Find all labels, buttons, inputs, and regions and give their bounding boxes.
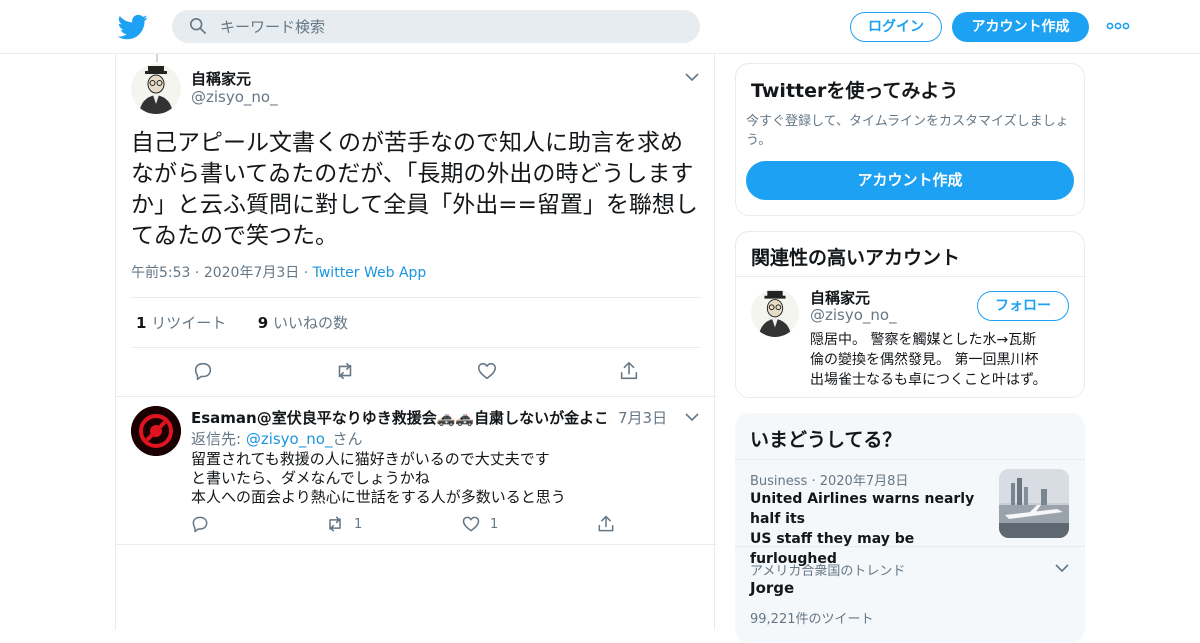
search-box[interactable] xyxy=(172,10,700,43)
divider xyxy=(116,396,716,397)
reply-icon[interactable] xyxy=(190,514,210,534)
trend-context: アメリカ合衆国のトレンド xyxy=(750,564,906,579)
divider xyxy=(131,347,701,348)
more-icon[interactable] xyxy=(1106,18,1130,34)
reply-to-prefix: 返信先: xyxy=(191,430,246,448)
login-button[interactable]: ログイン xyxy=(850,12,942,42)
chevron-down-icon[interactable] xyxy=(685,72,699,82)
author-handle[interactable]: @zisyo_no_ xyxy=(191,88,278,106)
like-icon[interactable] xyxy=(476,360,498,382)
trend-thumbnail xyxy=(999,469,1069,538)
reply-retweet-count: 1 xyxy=(354,517,363,532)
meta-separator: · xyxy=(194,265,204,281)
chevron-down-icon[interactable] xyxy=(685,412,699,422)
trend-meta: Business · 2020年7月8日 xyxy=(750,470,908,489)
reply-like-count: 1 xyxy=(490,517,499,532)
twitter-bird-icon[interactable] xyxy=(118,12,148,42)
tweet-source-link[interactable]: Twitter Web App xyxy=(313,265,427,281)
avatar[interactable] xyxy=(131,406,181,456)
timeline-column: 自稱家元 @zisyo_no_ 自己アピール文書くのが苦手なので知人に助言を求め… xyxy=(115,54,716,630)
related-account-bio: 隠居中。 警察を觸媒とした水→瓦斯 倫の變換を偶然發見。 第一回黒川杯 出場雀士… xyxy=(810,330,1078,390)
signup-card-button[interactable]: アカウント作成 xyxy=(746,161,1074,200)
trend-item[interactable]: Business · 2020年7月8日 United Airlines war… xyxy=(735,460,1085,567)
share-icon[interactable] xyxy=(596,514,616,534)
search-input[interactable] xyxy=(220,10,680,43)
related-accounts-card: 関連性の高いアカウント 自稱家元 @zisyo_no_ フォロー 隠居中。 警察… xyxy=(735,231,1086,398)
retweet-count: 1 xyxy=(136,314,147,332)
avatar[interactable] xyxy=(751,289,799,337)
reply-icon[interactable] xyxy=(192,360,214,382)
reply-text: 留置されても救援の人に猫好きがいるので大丈夫です と書いたら、ダメなんでしょうか… xyxy=(191,450,701,507)
signup-card-description: 今すぐ登録して、タイムラインをカスタマイズしましょ xyxy=(746,114,1069,129)
related-account-name[interactable]: 自稱家元 xyxy=(810,287,870,308)
signup-button[interactable]: アカウント作成 xyxy=(952,12,1089,42)
reply-to: 返信先: @zisyo_no_さん xyxy=(191,428,362,449)
trends-card: いまどうしてる？ Business · 2020年7月8日 United Air… xyxy=(735,413,1085,643)
reply-to-handle-link[interactable]: @zisyo_no_ xyxy=(246,430,333,448)
retweet-icon[interactable] xyxy=(334,360,356,382)
bio-line: 出場雀士なるも卓につくこと叶はず。 xyxy=(810,372,1047,388)
tweet-actions xyxy=(116,360,716,384)
trends-card-title: いまどうしてる？ xyxy=(750,429,902,451)
tweet-stats: 1 リツイート 9 いいねの数 xyxy=(136,312,348,333)
reply-text-line: 本人への面会より熱心に世話をする人が多数いると思う xyxy=(191,488,566,506)
retweet-icon[interactable] xyxy=(325,514,345,534)
like-label: いいねの数 xyxy=(273,314,349,332)
divider xyxy=(116,544,716,545)
follow-button[interactable]: フォロー xyxy=(977,291,1069,321)
search-icon xyxy=(189,17,207,35)
retweet-label: リツイート xyxy=(151,314,227,332)
trend-date: 2020年7月8日 xyxy=(819,474,909,489)
tweet-date[interactable]: 2020年7月3日 xyxy=(204,265,299,281)
like-icon[interactable] xyxy=(461,514,481,534)
trend-thumbnail-image xyxy=(999,469,1069,538)
related-account-handle[interactable]: @zisyo_no_ xyxy=(810,306,897,324)
divider xyxy=(736,276,1086,277)
trend-tweet-count: 99,221件のツイート xyxy=(750,612,874,627)
tweet-text: 自己アピール文書くのが苦手なので知人に助言を求めながら書いてゐたのだが、「長期の… xyxy=(131,130,698,249)
avatar[interactable] xyxy=(131,64,181,114)
related-card-title: 関連性の高いアカウント xyxy=(751,247,961,269)
avatar-illustration xyxy=(751,289,799,337)
trend-category: Business xyxy=(750,474,808,489)
divider xyxy=(131,297,701,298)
reply-text-line: 留置されても救援の人に猫好きがいるので大丈夫です xyxy=(191,450,550,468)
meta-separator: · xyxy=(811,474,820,489)
like-count: 9 xyxy=(257,314,269,332)
author-name[interactable]: 自稱家元 xyxy=(191,68,251,89)
top-bar: ログイン アカウント作成 xyxy=(0,0,1200,54)
signup-card-description: う。 xyxy=(746,133,772,148)
bio-line: 隠居中。 警察を觸媒とした水→瓦斯 xyxy=(810,332,1037,348)
chevron-down-icon[interactable] xyxy=(1055,563,1069,573)
share-icon[interactable] xyxy=(618,360,640,382)
tweet-meta: 午前5:53 · 2020年7月3日 · Twitter Web App xyxy=(131,262,426,282)
reply-text-line: と書いたら、ダメなんでしょうかね xyxy=(191,469,430,487)
signup-card: Twitterを使ってみよう 今すぐ登録して、タイムラインをカスタマイズしましょ… xyxy=(735,63,1085,216)
bio-line: 倫の變換を偶然發見。 第一回黒川杯 xyxy=(810,352,1039,368)
meta-separator: · xyxy=(303,265,313,281)
reply-to-suffix: さん xyxy=(332,430,363,448)
reply-author-name[interactable]: Esaman@室伏良平なりゆき救援会🚓🚓自粛しないが金よこ… xyxy=(191,407,606,428)
tweet-time[interactable]: 午前5:53 xyxy=(131,265,190,281)
reply-date[interactable]: 7月3日 xyxy=(618,407,667,428)
trend-item[interactable]: アメリカ合衆国のトレンド Jorge 99,221件のツイート xyxy=(735,547,1085,637)
avatar-emblem xyxy=(131,406,181,456)
trend-headline-line: United Airlines warns nearly half its xyxy=(750,491,975,527)
signup-card-title: Twitterを使ってみよう xyxy=(751,80,959,102)
thread-line xyxy=(156,54,158,62)
trend-name: Jorge xyxy=(750,579,795,597)
like-stat[interactable]: 9 いいねの数 xyxy=(258,314,348,332)
avatar-illustration xyxy=(131,64,181,114)
retweet-stat[interactable]: 1 リツイート xyxy=(136,314,226,332)
